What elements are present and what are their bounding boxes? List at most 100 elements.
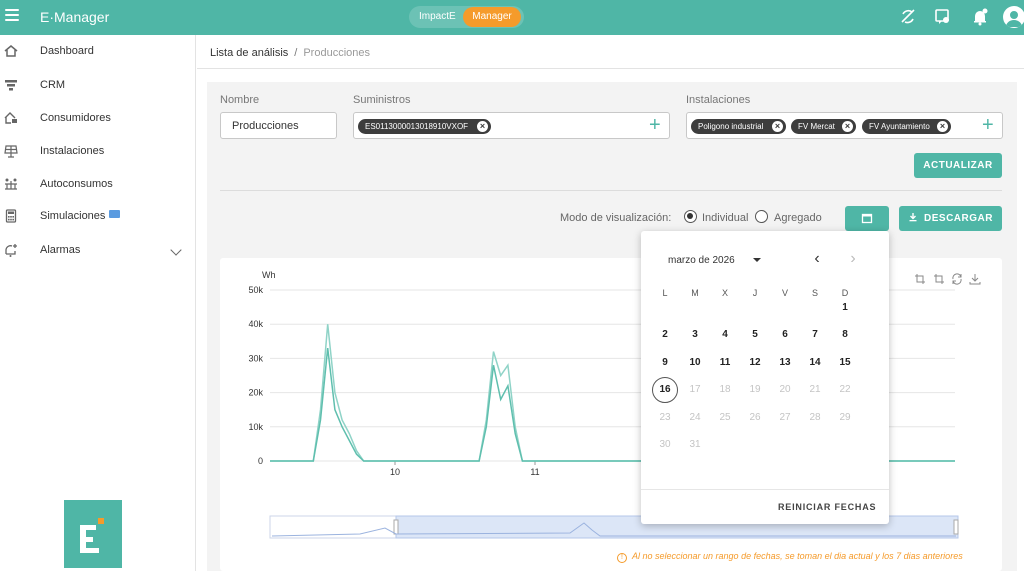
calendar-day[interactable]: 8 — [832, 322, 858, 348]
installation-chip[interactable]: FV Mercat × — [791, 119, 856, 134]
radio-individual-label[interactable]: Individual — [702, 212, 748, 224]
sidebar-item-consumidores[interactable]: Consumidores — [0, 107, 196, 131]
product-switch[interactable]: ImpactE Manager — [409, 6, 524, 28]
calendar-day[interactable]: 7 — [802, 322, 828, 348]
radio-agregado-label[interactable]: Agregado — [774, 212, 822, 224]
calendar-day[interactable]: 9 — [652, 350, 678, 376]
calendar-day: 27 — [779, 412, 791, 423]
save-image-icon[interactable] — [969, 273, 981, 285]
y-tick-label: 50k — [248, 285, 263, 295]
remove-chip-icon[interactable]: × — [842, 121, 853, 132]
sidebar-item-crm[interactable]: CRM — [0, 74, 196, 98]
calculator-icon — [5, 209, 17, 223]
new-badge-icon — [109, 210, 121, 218]
y-tick-label: 40k — [248, 319, 263, 329]
calendar-day: 23 — [659, 412, 671, 423]
bell-add-icon — [5, 244, 17, 257]
remove-chip-icon[interactable]: × — [772, 121, 783, 132]
user-avatar-icon[interactable] — [1003, 6, 1024, 28]
funnel-icon — [5, 80, 17, 91]
calendar-day[interactable]: 13 — [772, 350, 798, 376]
breadcrumb-parent[interactable]: Lista de análisis — [210, 47, 288, 59]
calendar-icon — [861, 213, 873, 224]
calendar-day: 17 — [689, 384, 701, 395]
x-tick-label: 11 — [530, 467, 539, 477]
add-installation-icon[interactable]: + — [982, 115, 994, 135]
home-icon — [4, 45, 18, 57]
calendar-day[interactable]: 10 — [682, 350, 708, 376]
weekday-label: J — [752, 288, 758, 298]
restore-icon[interactable] — [951, 273, 963, 285]
calendar-month-label[interactable]: marzo de 2026 — [668, 255, 735, 266]
calendar-day: 28 — [809, 412, 821, 423]
calendar-day[interactable]: 1 — [832, 295, 858, 321]
calendar-day: 18 — [719, 384, 731, 395]
remove-chip-icon[interactable]: × — [937, 121, 948, 132]
installations-field[interactable]: Poligono industrial × FV Mercat × FV Ayunt… — [686, 112, 1003, 139]
chevron-left-icon[interactable]: ‹ — [809, 251, 825, 267]
supplies-field[interactable]: ES0113000013018910VXOF × + — [353, 112, 670, 139]
reset-dates-button[interactable]: REINICIAR FECHAS — [778, 502, 876, 512]
date-picker-popup: marzo de 2026 ‹ › REINICIAR FECHAS L M X J V… — [641, 231, 889, 524]
radio-individual[interactable] — [684, 210, 697, 223]
calendar-button[interactable] — [845, 206, 889, 231]
installation-chip[interactable]: FV Ayuntamiento × — [862, 119, 951, 134]
house-lock-icon — [4, 112, 17, 124]
section-divider — [220, 190, 1002, 191]
sidebar-item-alarmas[interactable]: Alarmas — [0, 239, 196, 263]
calendar-day[interactable]: 6 — [772, 322, 798, 348]
switch-option-impacte[interactable]: ImpactE — [419, 11, 456, 22]
calendar-day: 30 — [659, 439, 671, 450]
caret-down-icon[interactable] — [753, 258, 761, 262]
calendar-day[interactable]: 3 — [682, 322, 708, 348]
breadcrumb-separator: / — [294, 47, 298, 59]
sync-off-icon[interactable] — [899, 8, 917, 26]
calendar-day[interactable]: 14 — [802, 350, 828, 376]
update-button[interactable]: ACTUALIZAR — [914, 153, 1002, 178]
y-tick-label: 0 — [258, 456, 263, 466]
y-tick-label: 20k — [248, 388, 263, 398]
calendar-day[interactable]: 16 — [652, 377, 678, 403]
menu-icon[interactable] — [5, 9, 19, 23]
zoom-reset-icon[interactable] — [933, 273, 945, 285]
chevron-down-icon[interactable] — [170, 244, 182, 256]
calendar-day[interactable]: 5 — [742, 322, 768, 348]
calendar-day[interactable]: 11 — [712, 350, 738, 376]
weekday-label: M — [691, 288, 699, 298]
name-label: Nombre — [220, 94, 260, 106]
supply-chip[interactable]: ES0113000013018910VXOF × — [358, 119, 491, 134]
radio-agregado[interactable] — [755, 210, 768, 223]
sidebar-item-instalaciones[interactable]: Instalaciones — [0, 140, 196, 164]
solar-grid-icon — [5, 178, 17, 190]
sidebar-item-label: Consumidores — [40, 112, 111, 124]
top-app-bar: E·Manager ImpactE Manager — [0, 0, 1024, 35]
sidebar-item-simulaciones[interactable]: Simulaciones — [0, 205, 196, 229]
x-tick-label: 10 — [390, 467, 400, 477]
name-field[interactable]: Producciones — [220, 112, 337, 139]
calendar-day: 26 — [749, 412, 761, 423]
warning-icon: ! — [617, 553, 627, 563]
sidebar-item-autoconsumos[interactable]: Autoconsumos — [0, 173, 196, 197]
calendar-day[interactable]: 12 — [742, 350, 768, 376]
sidebar-item-dashboard[interactable]: Dashboard — [0, 40, 196, 64]
chat-translate-icon[interactable] — [934, 8, 952, 26]
installation-chip[interactable]: Poligono industrial × — [691, 119, 786, 134]
remove-chip-icon[interactable]: × — [477, 121, 488, 132]
download-button[interactable]: DESCARGAR — [899, 206, 1002, 231]
sidebar-item-label: Instalaciones — [40, 145, 105, 157]
chevron-right-icon[interactable]: › — [845, 251, 861, 267]
breadcrumb: Lista de análisis / Producciones — [210, 47, 370, 59]
add-supply-icon[interactable]: + — [649, 115, 661, 135]
sidebar-item-label: Dashboard — [40, 45, 94, 57]
calendar-day[interactable]: 4 — [712, 322, 738, 348]
notifications-icon[interactable] — [971, 8, 989, 26]
switch-option-manager[interactable]: Manager — [463, 7, 521, 27]
name-value: Producciones — [232, 120, 299, 132]
zoom-select-icon[interactable] — [914, 273, 926, 285]
sidebar-item-label: Alarmas — [40, 244, 81, 256]
calendar-day[interactable]: 2 — [652, 322, 678, 348]
y-tick-label: 10k — [248, 422, 263, 432]
calendar-day[interactable]: 15 — [832, 350, 858, 376]
supplies-label: Suministros — [353, 94, 411, 106]
weekday-label: V — [781, 288, 788, 298]
